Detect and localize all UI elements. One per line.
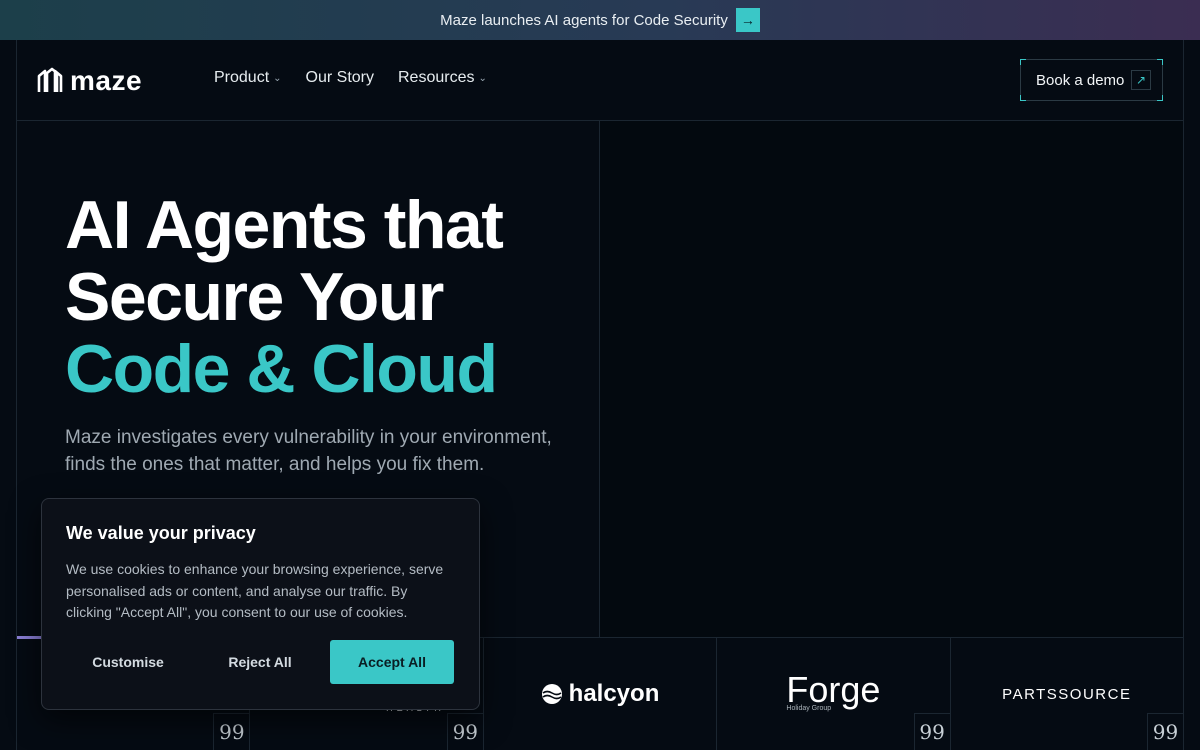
cookie-text: We use cookies to enhance your browsing … [66,561,444,620]
menu-our-story-label: Our Story [305,69,374,86]
headline-line-1: AI Agents that [65,187,504,263]
menu-product[interactable]: Product ⌄ [214,69,282,87]
forge-logo: Forge Holiday Group [786,672,880,713]
maze-logo-icon [37,67,63,92]
halcyon-logo-text: halcyon [568,680,660,707]
menu-product-label: Product [214,69,270,86]
halcyon-logo: halcyon [541,680,660,708]
logo-cell: PARTSSOURCE 99 [951,638,1184,750]
active-indicator [17,636,41,639]
arrow-right-icon[interactable]: → [735,8,760,32]
chevron-down-icon: ⌄ [478,72,487,84]
corner-accent [1157,59,1163,65]
top-nav: maze Product ⌄ Our Story Resources ⌄ Boo… [16,40,1184,121]
menu-resources[interactable]: Resources ⌄ [398,69,487,87]
brand-name: maze [70,65,143,96]
corner-accent [1020,95,1026,101]
main-menu: Product ⌄ Our Story Resources ⌄ [214,69,487,87]
accept-all-button[interactable]: Accept All [330,640,454,684]
quote-icon[interactable]: 99 [1147,713,1184,750]
halcyon-wave-icon [541,684,562,704]
quote-icon[interactable]: 99 [913,713,950,750]
headline-accent: Code & Cloud [65,331,498,407]
customise-button[interactable]: Customise [66,640,190,684]
corner-accent [1157,95,1163,101]
partssource-logo: PARTSSOURCE [1002,685,1132,703]
hero-subtext: Maze investigates every vulnerability in… [65,427,552,475]
brand-logo[interactable]: maze [36,65,142,97]
logo-cell: Forge Holiday Group 99 [717,638,951,750]
logo-cell: halcyon [484,638,718,750]
forge-logo-text: Forge [786,669,881,710]
quote-icon[interactable]: 99 [446,713,483,750]
book-demo-button[interactable]: Book a demo ↗ [1020,59,1163,101]
quote-icon[interactable]: 99 [213,713,250,750]
reject-all-button[interactable]: Reject All [198,640,322,684]
chevron-down-icon: ⌄ [273,72,282,84]
announcement-text[interactable]: Maze launches AI agents for Code Securit… [440,12,728,29]
announcement-bar[interactable]: Maze launches AI agents for Code Securit… [0,0,1200,40]
arrow-up-right-icon: ↗ [1131,70,1151,90]
book-demo-label: Book a demo [1036,71,1125,89]
cookie-title: We value your privacy [66,523,256,543]
cookie-actions: Customise Reject All Accept All [66,640,454,684]
cookie-consent-dialog: We value your privacy We use cookies to … [41,498,480,710]
hero-headline: AI Agents that Secure Your Code & Cloud [65,187,504,407]
menu-our-story[interactable]: Our Story [306,69,374,87]
headline-line-2: Secure Your [65,259,444,335]
corner-accent [1020,59,1026,65]
menu-resources-label: Resources [398,69,475,86]
hero-visual-panel [600,121,1184,637]
